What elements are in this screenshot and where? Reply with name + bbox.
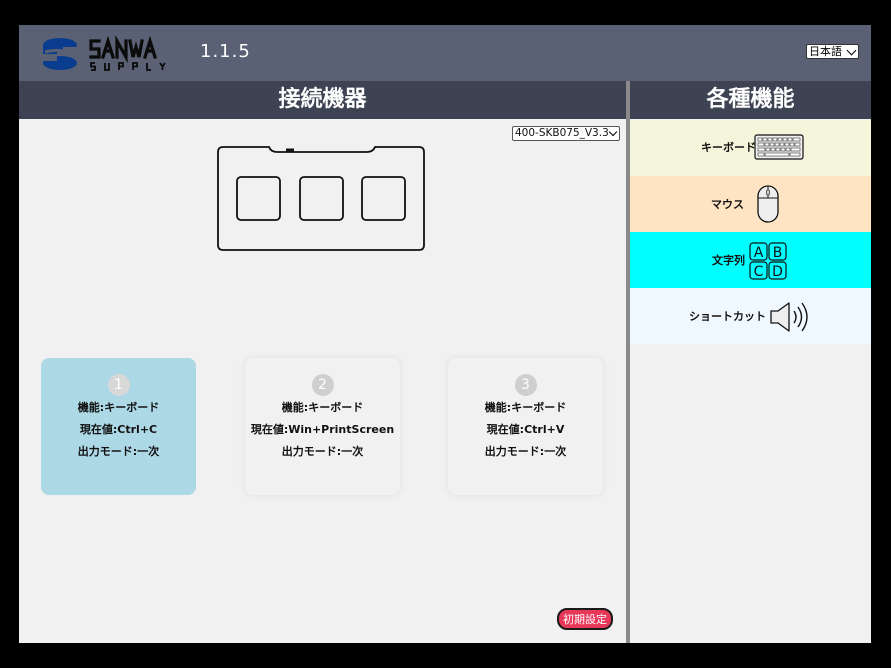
key-output-mode: 出力モード:一次 (77, 445, 160, 458)
keyboard-icon (754, 134, 804, 160)
mouse-icon (757, 185, 779, 223)
reset-defaults-button[interactable]: 初期設定 (557, 608, 613, 630)
app-window: 1.1.5 日本語 接続機器 各種機能 400-SKB075_V3.3 1 機能… (19, 25, 871, 643)
language-select[interactable]: 日本語 (806, 44, 859, 59)
speaker-icon (770, 302, 808, 332)
key-1-shape[interactable] (236, 176, 281, 221)
key-current-value: 現在値:Ctrl+C (79, 423, 158, 436)
functions-header: 各種機能 (630, 81, 871, 119)
key-2-shape[interactable] (299, 176, 344, 221)
function-string[interactable]: 文字列 AB CD (630, 232, 871, 288)
function-shortcut-label: ショートカット (689, 310, 766, 323)
chevron-down-icon (846, 45, 857, 56)
key-number: 2 (311, 374, 334, 396)
function-string-label: 文字列 (712, 254, 745, 267)
key-output-mode: 出力モード:一次 (281, 445, 364, 458)
model-select[interactable]: 400-SKB075_V3.3 (512, 126, 620, 141)
function-mouse-label: マウス (711, 198, 744, 211)
function-keyboard[interactable]: キーボード (630, 120, 871, 176)
device-illustration (217, 146, 425, 251)
app-version: 1.1.5 (200, 41, 251, 62)
function-keyboard-label: キーボード (701, 141, 756, 154)
key-current-value: 現在値:Ctrl+V (486, 423, 565, 436)
svg-text:D: D (772, 264, 783, 280)
key-number: 3 (514, 374, 537, 396)
key-3-shape[interactable] (361, 176, 406, 221)
function-mouse[interactable]: マウス (630, 176, 871, 232)
key-card-3[interactable]: 3 機能:キーボード 現在値:Ctrl+V 出力モード:一次 (448, 358, 603, 495)
function-shortcut[interactable]: ショートカット (630, 288, 871, 344)
abcd-icon: AB CD (749, 242, 787, 280)
model-select-value: 400-SKB075_V3.3 (515, 127, 609, 139)
top-bar: 1.1.5 日本語 (19, 25, 871, 81)
key-current-value: 現在値:Win+PrintScreen (250, 423, 395, 436)
key-output-mode: 出力モード:一次 (484, 445, 567, 458)
connected-device-header: 接続機器 (19, 81, 626, 119)
sanwa-supply-logo (41, 35, 166, 71)
key-function: 機能:キーボード (484, 401, 567, 414)
svg-text:A: A (754, 245, 764, 261)
language-select-value: 日本語 (809, 45, 842, 58)
key-number: 1 (107, 374, 130, 396)
key-card-2[interactable]: 2 機能:キーボード 現在値:Win+PrintScreen 出力モード:一次 (245, 358, 400, 495)
chevron-down-icon (608, 127, 618, 137)
svg-text:C: C (754, 264, 764, 280)
key-function: 機能:キーボード (281, 401, 364, 414)
key-card-1[interactable]: 1 機能:キーボード 現在値:Ctrl+C 出力モード:一次 (41, 358, 196, 495)
key-function: 機能:キーボード (77, 401, 160, 414)
svg-text:B: B (773, 245, 783, 261)
